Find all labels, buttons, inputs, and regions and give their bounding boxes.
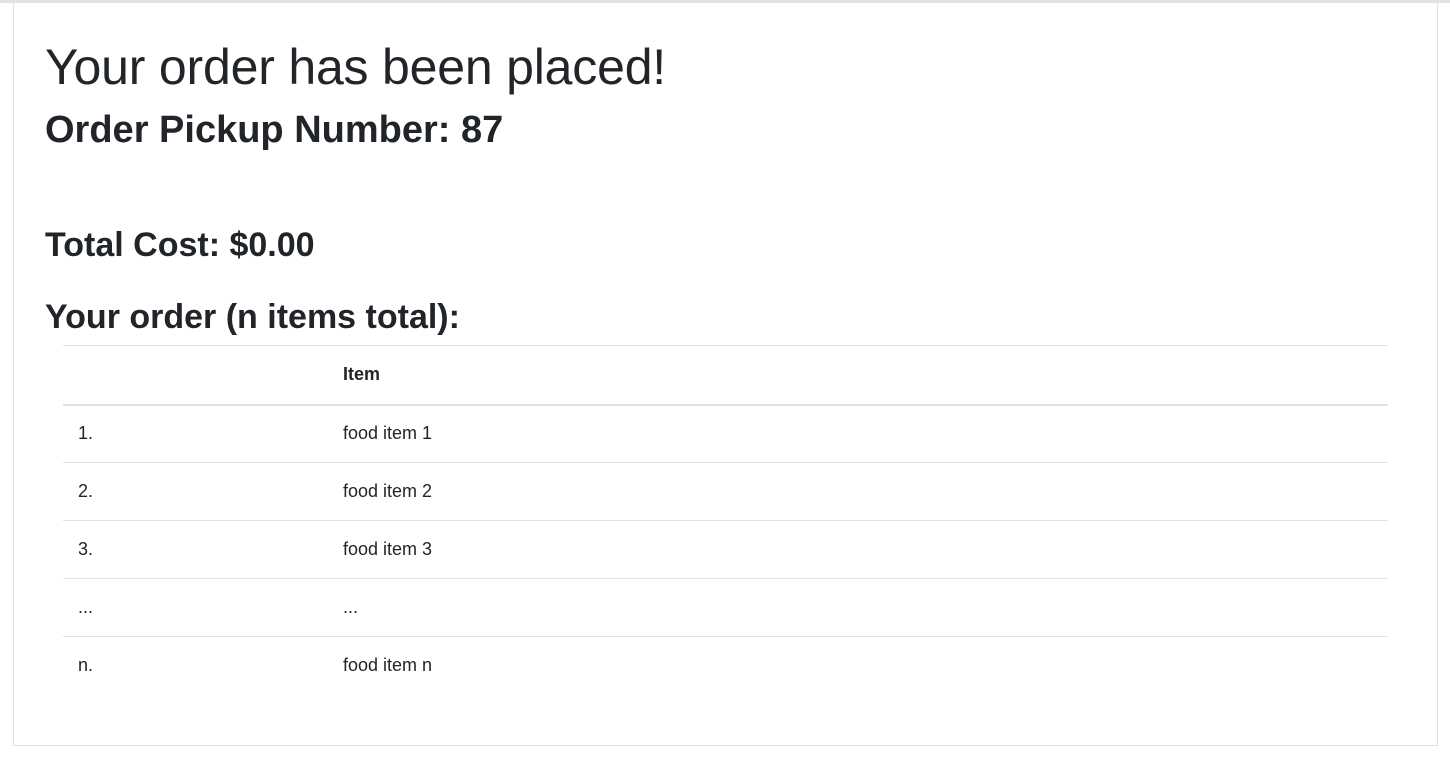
table-row: 1. food item 1 <box>63 405 1388 463</box>
row-item: food item n <box>328 636 1388 695</box>
row-number: 2. <box>63 462 328 521</box>
row-number: ... <box>63 578 328 637</box>
column-header-item: Item <box>328 345 1388 406</box>
pickup-number-value: 87 <box>460 109 504 151</box>
pickup-label: Order Pickup Number: <box>45 109 461 151</box>
order-items-heading: Your order (n items total): <box>45 298 460 336</box>
table-row: 3. food item 3 <box>63 520 1388 579</box>
row-item: food item 1 <box>343 423 433 444</box>
row-number: n. <box>63 636 328 695</box>
table-header-row: Item <box>63 345 1388 406</box>
row-number: 3. <box>63 520 328 579</box>
table-row: n. food item n <box>63 636 1388 695</box>
row-item: food item 2 <box>328 462 1388 521</box>
total-cost: Total Cost: $0.00 <box>45 226 315 264</box>
order-items-table: Item 1. food item 1 2. food item 2 3. fo… <box>63 345 1388 695</box>
row-item: ... <box>328 578 1388 637</box>
page-title: Your order has been placed! <box>45 39 666 95</box>
table-row: 2. food item 2 <box>63 462 1388 521</box>
table-row: ... ... <box>63 578 1388 637</box>
order-confirmation-card: Your order has been placed! Order Pickup… <box>13 3 1438 746</box>
order-pickup-number: Order Pickup Number: 87 <box>45 107 503 153</box>
column-header-number <box>63 345 328 406</box>
row-item: food item 3 <box>328 520 1388 579</box>
row-number: 1. <box>78 423 94 444</box>
